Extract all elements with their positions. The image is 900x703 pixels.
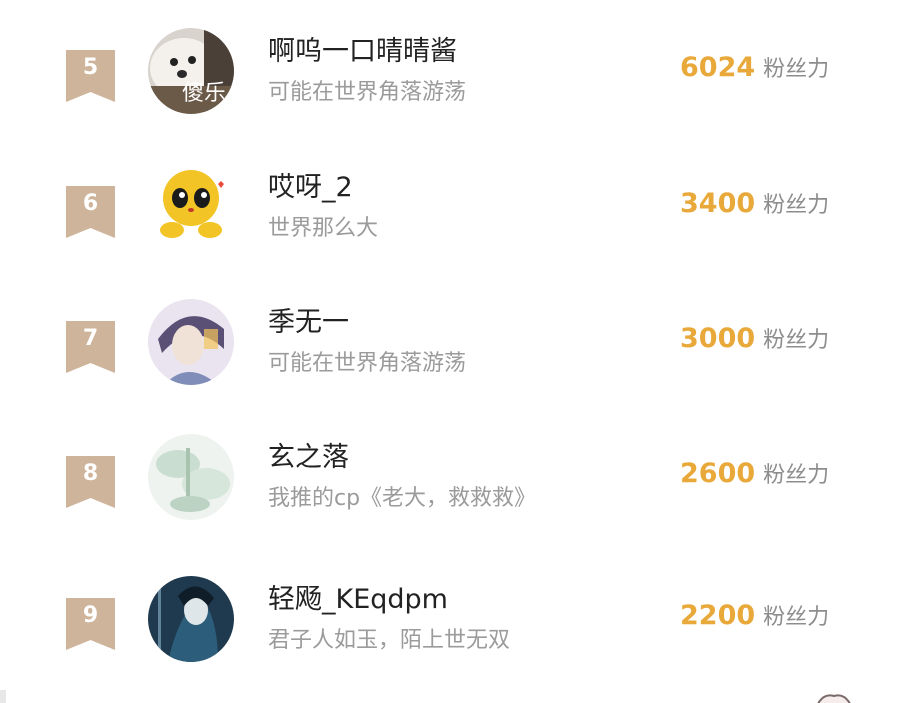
ranking-row-7[interactable]: 7 季无一 可能在世界角落游荡 3000 粉丝力 <box>0 299 900 435</box>
user-bio: 君子人如玉，陌上世无双 <box>268 628 511 653</box>
edge-divider <box>0 690 6 703</box>
rank-number: 6 <box>82 191 99 216</box>
user-bio: 可能在世界角落游荡 <box>268 80 467 105</box>
user-bio: 可能在世界角落游荡 <box>268 351 467 376</box>
fans-value: 3000 <box>680 323 756 354</box>
fans-unit: 粉丝力 <box>763 328 830 353</box>
fans-stat: 2200 粉丝力 <box>680 598 829 637</box>
fans-stat: 3000 粉丝力 <box>680 321 829 360</box>
avatar[interactable]: 傻乐 <box>148 28 234 114</box>
ranking-row-6[interactable]: 6 哎呀_2 世界那么大 3400 粉丝力 <box>0 164 900 300</box>
user-name[interactable]: 哎呀_2 <box>268 170 353 206</box>
fans-value: 2200 <box>680 600 756 631</box>
rank-badge: 5 <box>66 50 115 102</box>
avatar[interactable] <box>148 434 234 520</box>
avatar[interactable] <box>148 164 234 250</box>
fans-value: 6024 <box>680 52 756 83</box>
rank-badge: 9 <box>66 598 115 650</box>
fans-unit: 粉丝力 <box>763 463 830 488</box>
fans-unit: 粉丝力 <box>763 193 830 218</box>
avatar-overlay-text: 傻乐 <box>182 81 227 106</box>
fans-stat: 6024 粉丝力 <box>680 50 829 89</box>
user-name[interactable]: 啊呜一口晴晴酱 <box>268 34 457 70</box>
user-bio: 我推的cp《老大，救救救》 <box>268 486 537 511</box>
ranking-row-8[interactable]: 8 玄之落 我推的cp《老大，救救救》 2600 粉丝力 <box>0 434 900 570</box>
partial-sticker-icon <box>817 694 851 703</box>
fans-unit: 粉丝力 <box>763 57 830 82</box>
fans-stat: 2600 粉丝力 <box>680 456 829 495</box>
rank-badge: 7 <box>66 321 115 373</box>
fans-value: 3400 <box>680 188 756 219</box>
rank-badge: 8 <box>66 456 115 508</box>
rank-number: 7 <box>82 326 99 351</box>
user-name[interactable]: 季无一 <box>268 305 349 341</box>
rank-badge: 6 <box>66 186 115 238</box>
avatar[interactable] <box>148 299 234 385</box>
rank-number: 9 <box>82 603 99 628</box>
user-name[interactable]: 玄之落 <box>268 440 349 476</box>
ranking-row-9[interactable]: 9 轻飏_KEqdpm 君子人如玉，陌上世无双 2200 粉丝力 <box>0 576 900 703</box>
fans-stat: 3400 粉丝力 <box>680 186 829 225</box>
rank-number: 8 <box>82 461 99 486</box>
user-bio: 世界那么大 <box>268 216 379 241</box>
fan-ranking-list: 5 傻乐 啊呜一口晴晴酱 可能在世界角落游荡 6024 粉丝力 6 哎呀_2 世… <box>0 0 900 703</box>
user-name[interactable]: 轻飏_KEqdpm <box>268 582 448 618</box>
avatar[interactable] <box>148 576 234 662</box>
fans-value: 2600 <box>680 458 756 489</box>
rank-number: 5 <box>82 55 99 80</box>
fans-unit: 粉丝力 <box>763 605 830 630</box>
ranking-row-5[interactable]: 5 傻乐 啊呜一口晴晴酱 可能在世界角落游荡 6024 粉丝力 <box>0 28 900 164</box>
